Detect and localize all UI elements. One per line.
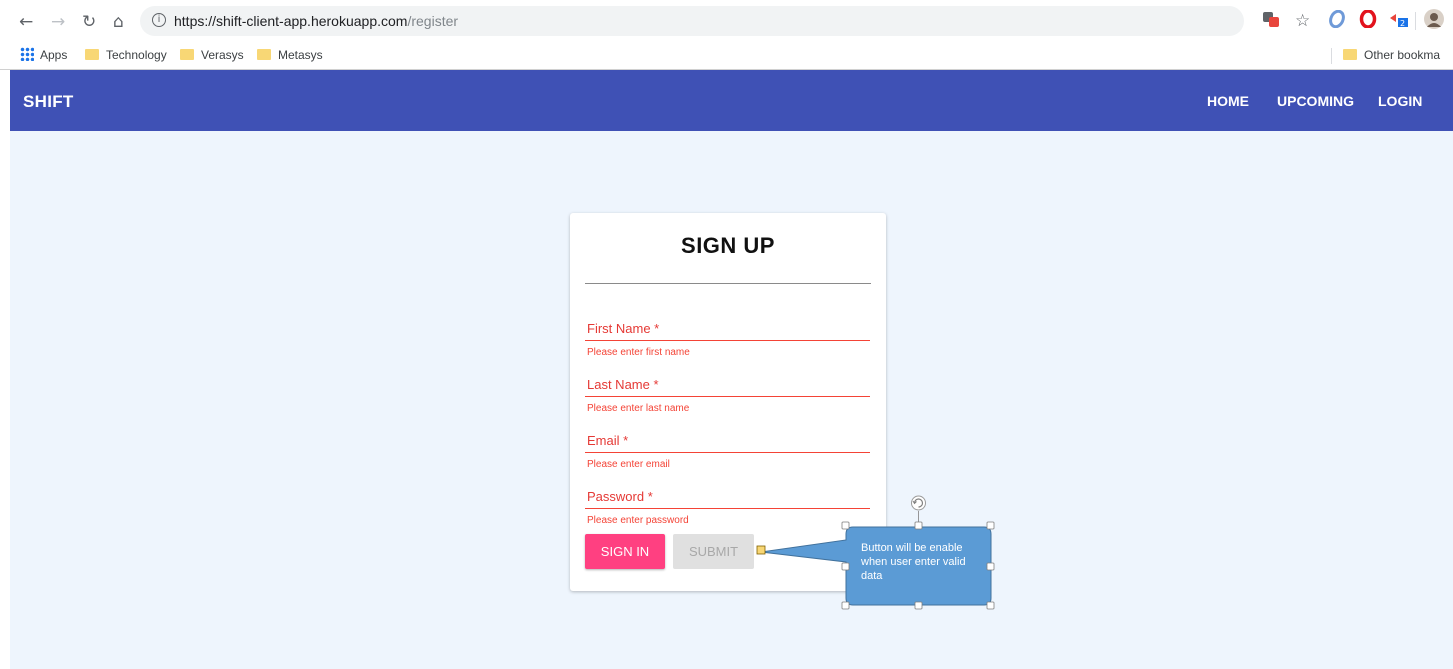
bookmark-label: Metasys <box>278 48 323 62</box>
bookmark-label: Apps <box>40 48 68 62</box>
folder-icon <box>180 49 194 60</box>
last-name-label: Last Name * <box>587 377 659 392</box>
password-error: Please enter password <box>587 515 689 526</box>
url-host: https://shift-client-app.herokuapp.com <box>174 13 408 29</box>
bookmark-label: Technology <box>106 48 167 62</box>
translate-icon[interactable] <box>1262 10 1280 28</box>
other-bookmarks[interactable]: Other bookma <box>1343 47 1440 63</box>
email-underline <box>585 452 870 453</box>
extension-icon[interactable]: 2 <box>1388 10 1410 28</box>
submit-button[interactable]: SUBMIT <box>673 534 754 569</box>
opera-icon[interactable] <box>1359 10 1377 28</box>
browser-toolbar: ← → ↻ ⌂ i https://shift-client-app.herok… <box>0 0 1453 44</box>
bookmarks-bar: Apps Technology Verasys Metasys Other bo… <box>0 44 1453 70</box>
reload-icon[interactable]: ↻ <box>82 12 96 32</box>
folder-icon <box>257 49 271 60</box>
bookmark-label: Other bookma <box>1364 48 1441 62</box>
last-name-underline <box>585 396 870 397</box>
email-label: Email * <box>587 433 629 448</box>
toolbar-divider <box>1415 12 1416 30</box>
nav-home[interactable]: HOME <box>1207 93 1249 109</box>
extension-badge: 2 <box>1400 19 1405 28</box>
first-name-label: First Name * <box>587 321 660 336</box>
folder-icon <box>1343 49 1357 60</box>
title-divider <box>585 283 871 284</box>
last-name-error: Please enter last name <box>587 403 690 414</box>
bookmark-label: Verasys <box>201 48 244 62</box>
page-title: SIGN UP <box>681 233 775 258</box>
rotate-handle-icon[interactable] <box>911 495 926 511</box>
bookmark-technology[interactable]: Technology <box>85 47 167 63</box>
app-navbar: SHIFT HOME UPCOMING LOGIN <box>10 70 1453 131</box>
info-icon[interactable]: i <box>152 13 166 27</box>
nav-login[interactable]: LOGIN <box>1378 93 1422 109</box>
callout-text: Button will be enable when user enter va… <box>861 542 966 582</box>
address-bar[interactable]: i https://shift-client-app.herokuapp.com… <box>140 6 1244 36</box>
password-label: Password * <box>587 489 653 504</box>
star-icon[interactable]: ☆ <box>1295 11 1310 31</box>
forward-arrow-icon[interactable]: → <box>51 12 65 32</box>
bookmark-apps[interactable]: Apps <box>20 47 67 63</box>
opera-extension-icon[interactable] <box>1328 10 1346 28</box>
brand-logo[interactable]: SHIFT <box>23 92 74 112</box>
folder-icon <box>85 49 99 60</box>
first-name-error: Please enter first name <box>587 347 690 358</box>
avatar[interactable] <box>1424 9 1444 29</box>
home-icon[interactable]: ⌂ <box>113 12 124 32</box>
email-error: Please enter email <box>587 459 670 470</box>
url-text[interactable]: https://shift-client-app.herokuapp.com/r… <box>174 13 458 29</box>
url-path: /register <box>407 13 459 29</box>
back-arrow-icon[interactable]: ← <box>19 12 33 32</box>
bookmarks-divider <box>1331 48 1332 64</box>
sign-in-button[interactable]: SIGN IN <box>585 534 665 569</box>
first-name-underline <box>585 340 870 341</box>
bookmark-metasys[interactable]: Metasys <box>257 47 323 63</box>
bookmark-verasys[interactable]: Verasys <box>180 47 244 63</box>
callout-anchor-handle[interactable] <box>756 545 766 555</box>
nav-upcoming[interactable]: UPCOMING <box>1277 93 1354 109</box>
apps-grid-icon <box>20 47 34 61</box>
